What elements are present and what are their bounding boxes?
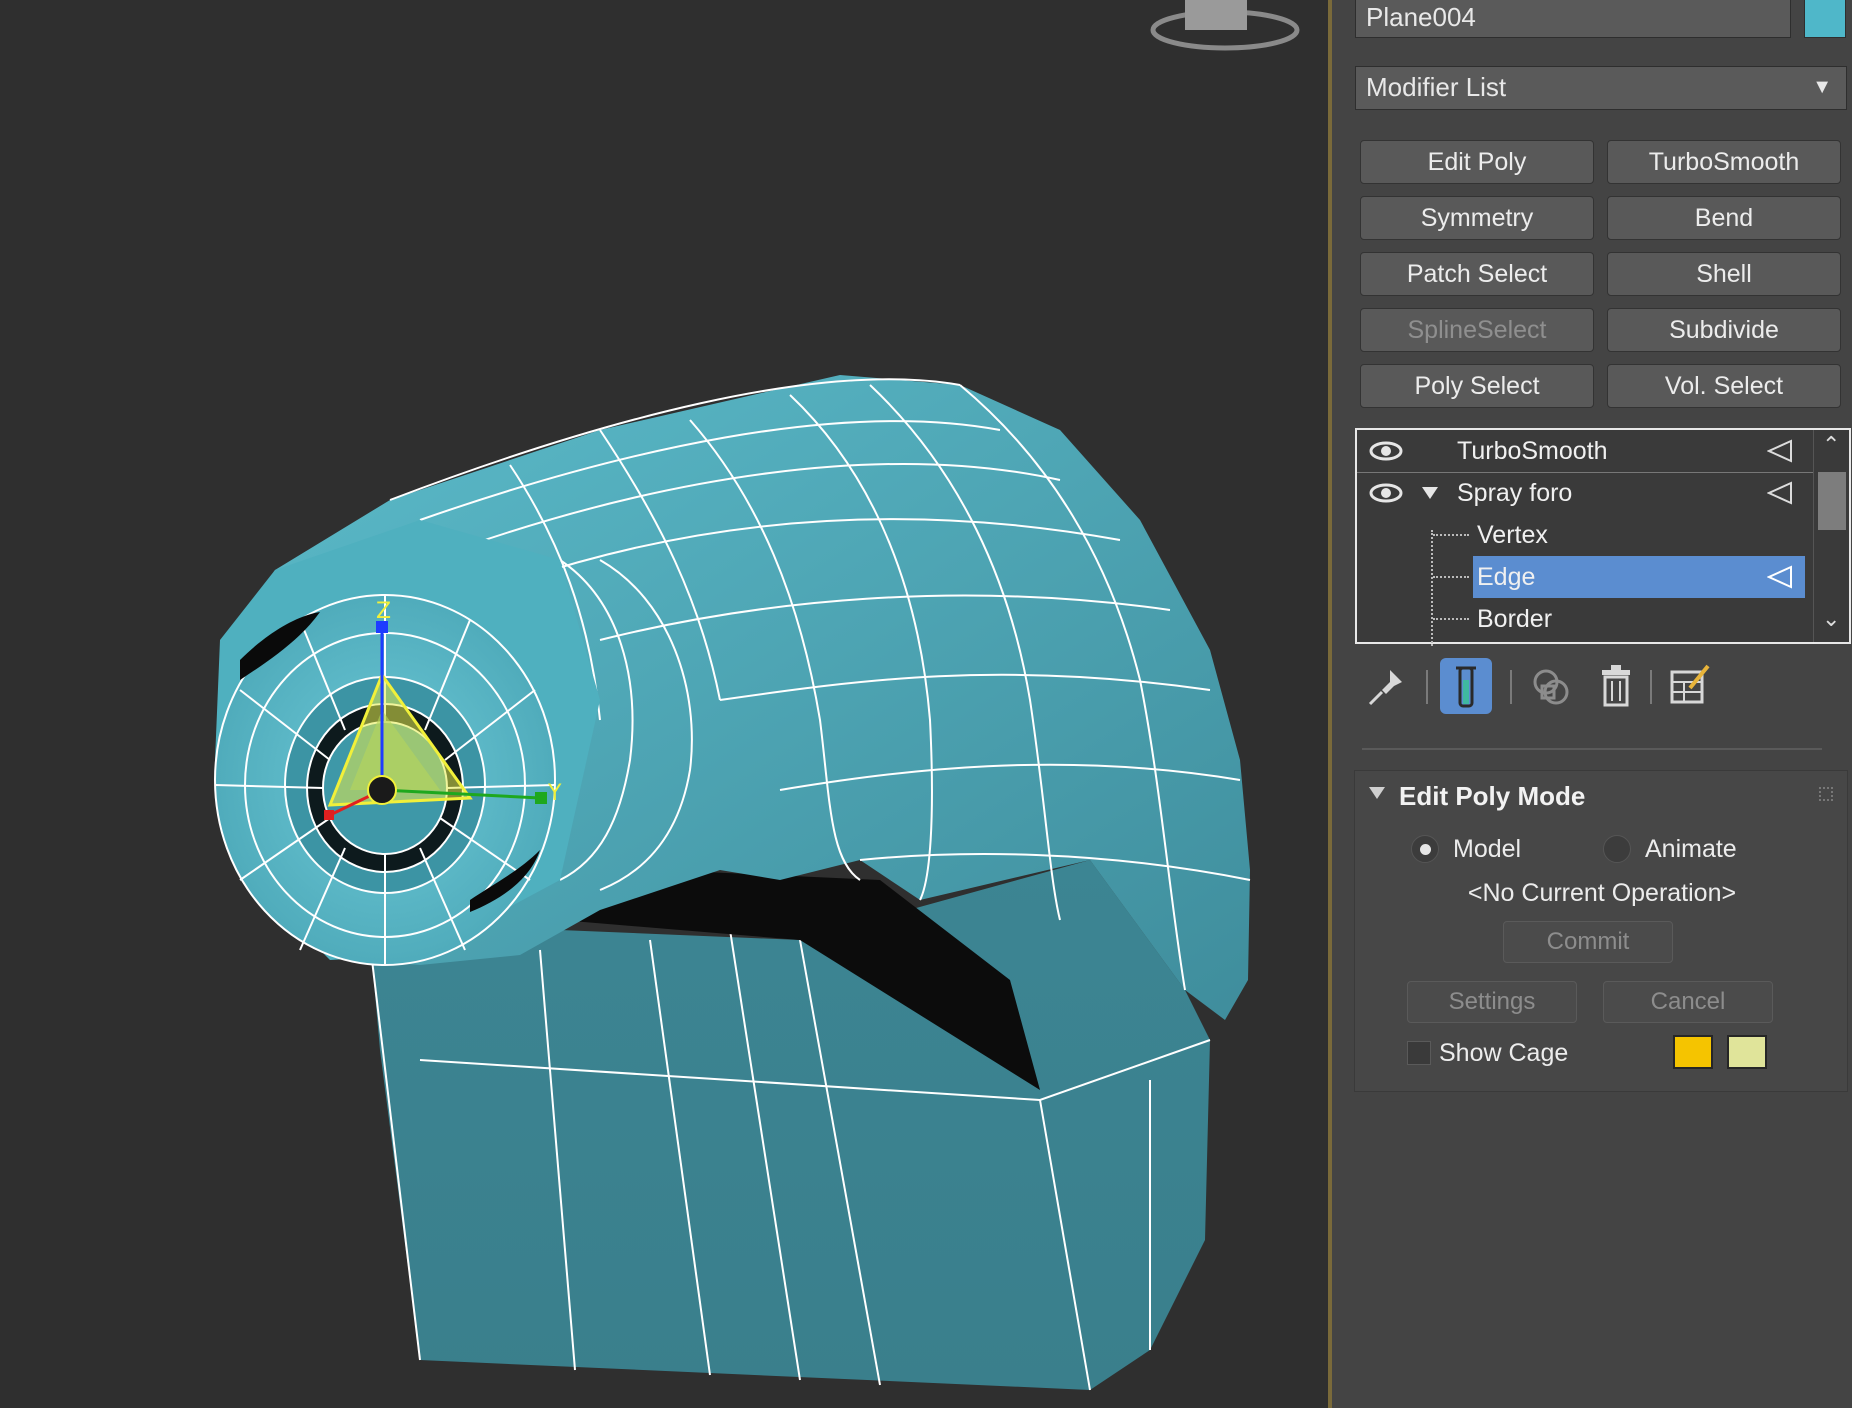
eye-icon[interactable]	[1369, 438, 1403, 464]
object-name-field[interactable]: Plane004	[1355, 0, 1791, 38]
settings-button[interactable]: Settings	[1407, 981, 1577, 1023]
stack-subitem-border[interactable]: Border	[1357, 598, 1805, 640]
show-in-viewport-icon[interactable]	[1767, 481, 1793, 505]
show-cage-label: Show Cage	[1439, 1039, 1569, 1067]
modifier-list-label: Modifier List	[1366, 72, 1507, 102]
modifier-stack[interactable]: TurboSmooth Spray foro Vertex Edge Borde…	[1355, 428, 1851, 646]
show-in-viewport-icon[interactable]	[1767, 565, 1793, 589]
subdivide-button[interactable]: Subdivide	[1607, 308, 1841, 352]
gizmo-y-label: Y	[547, 781, 562, 806]
viewcube-icon[interactable]	[1150, 0, 1300, 51]
cancel-button[interactable]: Cancel	[1603, 981, 1773, 1023]
stack-item-label: Vertex	[1477, 521, 1548, 549]
perspective-viewport[interactable]: Z Y	[0, 0, 1328, 1408]
stack-item-spray-foro[interactable]: Spray foro	[1357, 472, 1805, 514]
model-radio[interactable]	[1411, 835, 1439, 863]
app-window: Z Y Plane004 Modifier List ▼ Edit Poly T…	[0, 0, 1852, 1408]
grip-icon[interactable]	[1819, 787, 1833, 801]
show-cage-checkbox[interactable]	[1407, 1041, 1431, 1065]
model-label: Model	[1453, 835, 1522, 863]
animate-radio[interactable]	[1603, 835, 1631, 863]
chevron-down-icon[interactable]: ⌄	[1822, 606, 1840, 632]
stack-subitem-vertex[interactable]: Vertex	[1357, 514, 1805, 556]
gizmo-z-label: Z	[376, 599, 391, 624]
remove-modifier-icon[interactable]	[1590, 658, 1642, 714]
tree-branch	[1433, 618, 1469, 620]
edit-poly-button[interactable]: Edit Poly	[1360, 140, 1594, 184]
cage-selected-color-swatch[interactable]	[1727, 1035, 1767, 1069]
commit-button[interactable]: Commit	[1503, 921, 1673, 963]
bend-button[interactable]: Bend	[1607, 196, 1841, 240]
scrollbar-thumb[interactable]	[1818, 472, 1846, 530]
stack-item-label: Edge	[1477, 563, 1536, 591]
stack-item-label: Spray foro	[1457, 479, 1573, 507]
toolbar-separator	[1426, 670, 1428, 704]
tree-branch	[1433, 534, 1469, 536]
poly-select-button[interactable]: Poly Select	[1360, 364, 1594, 408]
chevron-up-icon[interactable]: ⌃	[1822, 432, 1840, 458]
show-end-result-icon	[1456, 666, 1476, 708]
pin-stack-icon[interactable]	[1360, 658, 1412, 714]
stack-item-label: TurboSmooth	[1457, 437, 1608, 465]
toolbar-separator	[1510, 670, 1512, 704]
stack-scrollbar[interactable]: ⌃ ⌄	[1813, 430, 1849, 642]
object-color-swatch[interactable]	[1804, 0, 1846, 38]
symmetry-button[interactable]: Symmetry	[1360, 196, 1594, 240]
turbosmooth-button[interactable]: TurboSmooth	[1607, 140, 1841, 184]
cage-color-swatch[interactable]	[1673, 1035, 1713, 1069]
edit-poly-mode-rollout: Edit Poly Mode Model Animate <No Current…	[1354, 770, 1848, 1092]
eye-icon[interactable]	[1369, 480, 1403, 506]
rollout-title[interactable]: Edit Poly Mode	[1399, 781, 1585, 812]
stack-item-turbosmooth[interactable]: TurboSmooth	[1357, 430, 1805, 472]
tree-branch	[1433, 576, 1469, 578]
configure-modifier-sets-icon[interactable]	[1664, 658, 1716, 714]
make-unique-icon[interactable]	[1524, 658, 1576, 714]
animate-label: Animate	[1645, 835, 1737, 863]
toolbar-separator	[1650, 670, 1652, 704]
modifier-list-dropdown[interactable]: Modifier List ▼	[1355, 66, 1847, 110]
viewport-canvas: Z Y	[214, 0, 1300, 1391]
show-in-viewport-icon[interactable]	[1767, 439, 1793, 463]
vol-select-button[interactable]: Vol. Select	[1607, 364, 1841, 408]
dropdown-arrow-icon: ▼	[1812, 76, 1832, 98]
stack-subitem-edge[interactable]: Edge	[1473, 556, 1805, 598]
expand-triangle-icon[interactable]	[1421, 486, 1439, 500]
collapse-triangle-icon[interactable]	[1369, 787, 1385, 799]
panel-splitter[interactable]	[1362, 748, 1822, 750]
stack-item-label: Border	[1477, 605, 1553, 633]
command-panel: Plane004 Modifier List ▼ Edit Poly Turbo…	[1332, 0, 1852, 1408]
show-end-result-button[interactable]	[1440, 658, 1492, 714]
patch-select-button[interactable]: Patch Select	[1360, 252, 1594, 296]
spline-select-button[interactable]: SplineSelect	[1360, 308, 1594, 352]
shell-button[interactable]: Shell	[1607, 252, 1841, 296]
current-operation-text: <No Current Operation>	[1467, 879, 1737, 907]
